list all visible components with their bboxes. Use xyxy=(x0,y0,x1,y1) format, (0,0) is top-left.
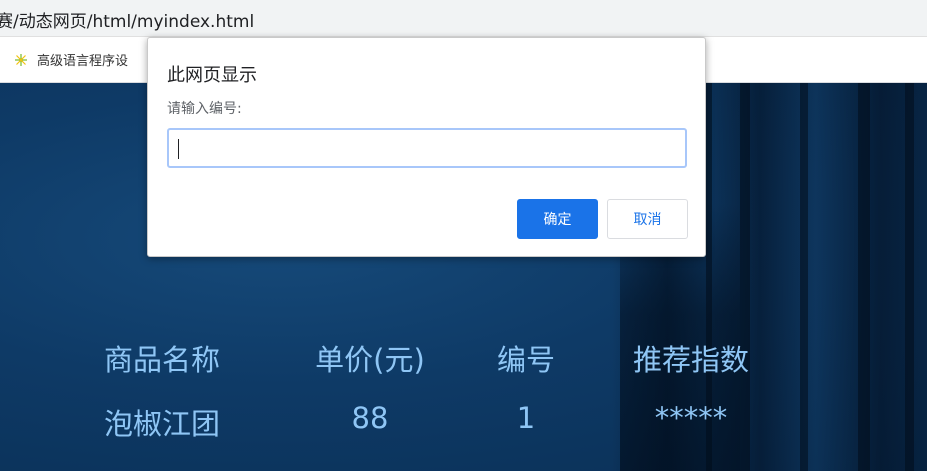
address-bar[interactable]: 赛/动态网页/html/myindex.html xyxy=(0,0,927,37)
cell-recommend-index: ***** xyxy=(654,401,728,435)
dialog-title: 此网页显示 xyxy=(167,65,257,86)
background-stripe xyxy=(740,83,750,471)
cancel-button[interactable]: 取消 xyxy=(607,199,688,239)
text-caret xyxy=(178,139,179,159)
url-text[interactable]: 赛/动态网页/html/myindex.html xyxy=(0,7,254,32)
background-stripe xyxy=(905,83,914,471)
cell-product-name: 泡椒江团 xyxy=(104,407,221,441)
background-stripe xyxy=(800,83,808,471)
header-unit-price: 单价(元) xyxy=(315,343,425,377)
cell-number: 1 xyxy=(516,401,536,435)
bookmark-label: 高级语言程序设 xyxy=(37,54,129,69)
header-number: 编号 xyxy=(496,343,556,377)
number-input[interactable] xyxy=(167,128,687,168)
dialog-message: 请输入编号: xyxy=(167,101,242,117)
cell-unit-price: 88 xyxy=(351,401,389,435)
header-product-name: 商品名称 xyxy=(104,343,221,377)
bookmark-favicon-icon xyxy=(15,53,27,66)
header-recommend-index: 推荐指数 xyxy=(632,343,750,377)
ok-button[interactable]: 确定 xyxy=(517,199,598,239)
prompt-dialog: 此网页显示 请输入编号: 确定 取消 xyxy=(147,37,706,257)
bookmark-item[interactable]: 高级语言程序设 xyxy=(14,50,128,69)
background-stripe xyxy=(858,83,870,471)
